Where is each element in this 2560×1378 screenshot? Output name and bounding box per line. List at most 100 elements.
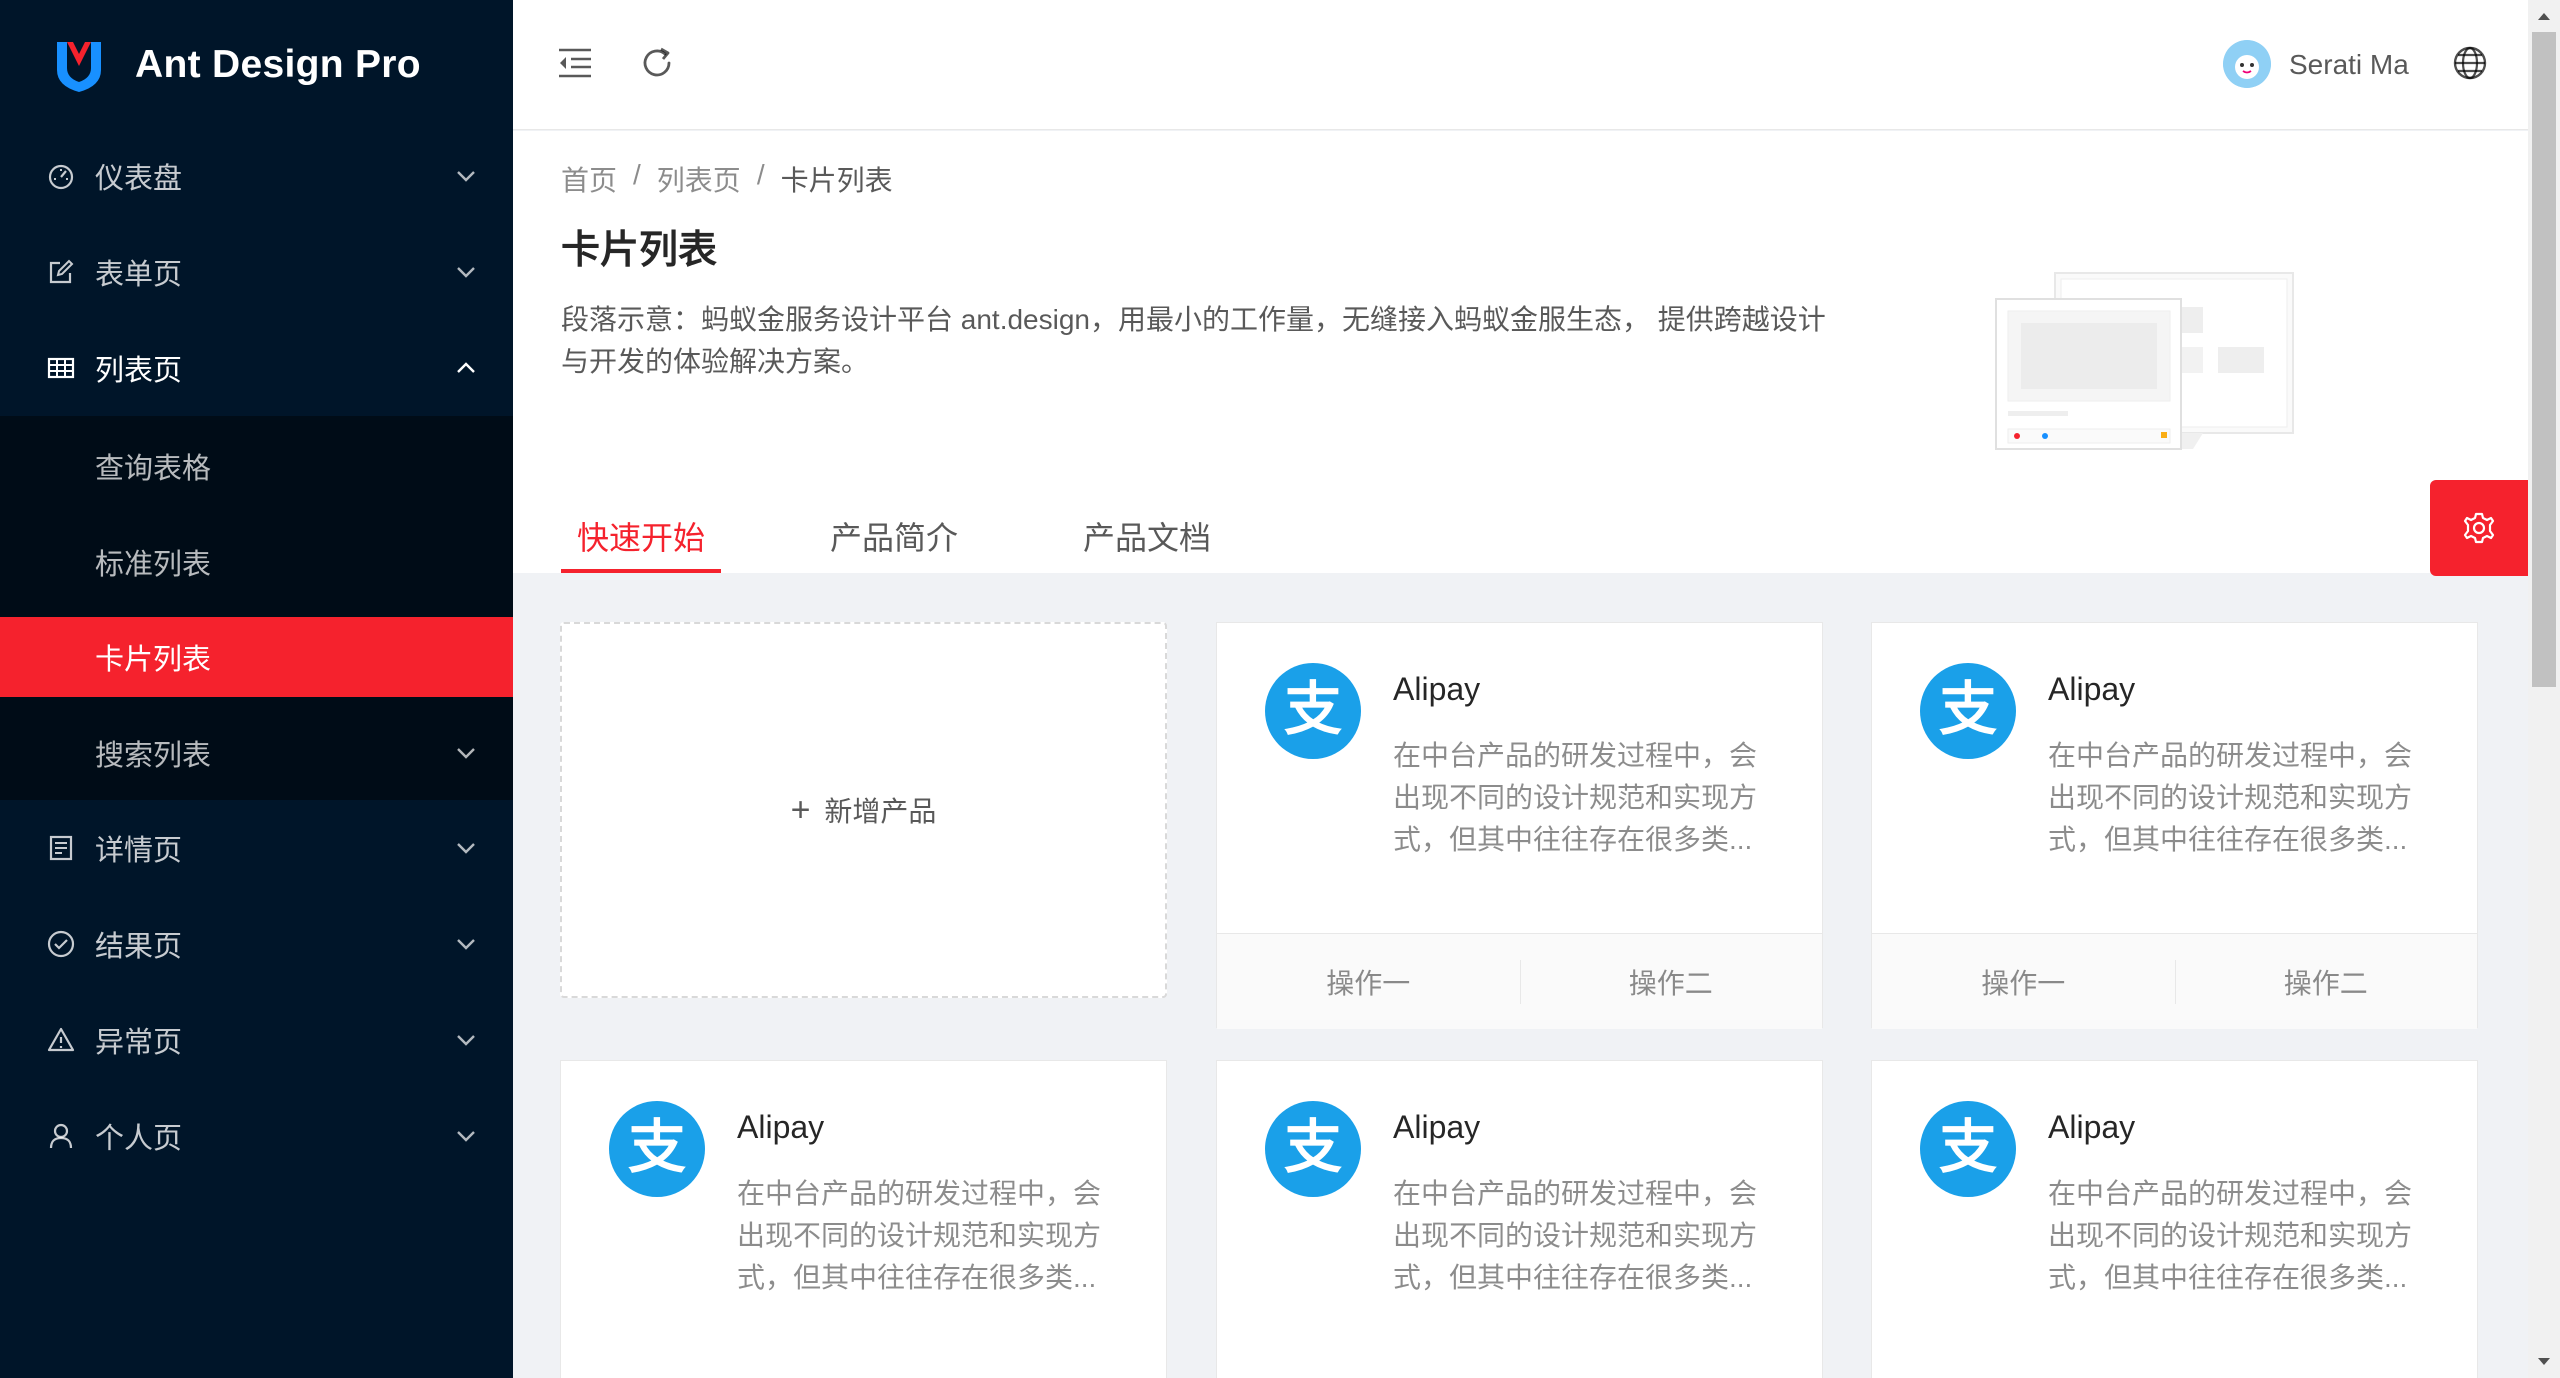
card-description: 在中台产品的研发过程中，会出现不同的设计规范和实现方式，但其中往往存在很多类..… [2048,740,2413,855]
chevron-up-icon [457,362,475,373]
breadcrumb-separator: / [633,159,641,190]
top-header: Serati Ma [513,0,2528,130]
menu-label: 查询表格 [95,453,212,485]
breadcrumb-separator: / [756,159,765,190]
alipay-logo-icon: 支 [1920,663,2016,759]
product-card[interactable]: 支 Alipay 在中台产品的研发过程中，会出现不同的设计规范和实现方式，但其中… [1216,1060,1823,1378]
profile-icon [45,832,77,864]
product-card[interactable]: 支 Alipay 在中台产品的研发过程中，会出现不同的设计规范和实现方式，但其中… [1871,1060,2478,1378]
card-title: Alipay [737,1109,825,1145]
menu-label: 搜索列表 [95,740,212,772]
breadcrumb: 首页 / 列表页 / 卡片列表 [561,159,893,199]
menu-label: 异常页 [95,1027,183,1059]
product-card[interactable]: 支 Alipay 在中台产品的研发过程中，会出现不同的设计规范和实现方式，但其中… [560,1060,1167,1378]
menu-label: 卡片列表 [95,644,212,676]
card-title: Alipay [2048,671,2136,707]
scrollbar[interactable] [2528,0,2560,1378]
username[interactable]: Serati Ma [2289,49,2409,81]
tab-product-intro[interactable]: 产品简介 [814,501,974,573]
card-title: Alipay [1393,1109,1481,1145]
logo[interactable]: Ant Design Pro [53,35,421,95]
add-product-label: 新增产品 [824,796,937,827]
chevron-down-icon [457,1035,475,1046]
card-title: Alipay [2048,1109,2136,1145]
chevron-down-icon [457,843,475,854]
svg-text:支: 支 [1284,675,1342,743]
plus-icon: + [790,790,811,829]
chevron-down-icon [457,939,475,950]
page-header: 首页 / 列表页 / 卡片列表 卡片列表 段落示意：蚂蚁金服务设计平台 ant.… [513,131,2528,573]
action-one-button[interactable]: 操作一 [1217,934,1520,1029]
menu-label: 个人页 [95,1123,183,1155]
product-card[interactable]: 支 Alipay 在中台产品的研发过程中，会出现不同的设计规范和实现方式，但其中… [1871,622,2478,1029]
menu-label: 详情页 [95,835,183,867]
setting-drawer-button[interactable] [2430,480,2528,576]
menu-account[interactable]: 个人页 [0,1096,513,1176]
reload-icon[interactable] [637,43,677,83]
breadcrumb-home[interactable]: 首页 [561,159,617,199]
menu-fold-icon[interactable] [555,43,595,83]
card-description: 在中台产品的研发过程中，会出现不同的设计规范和实现方式，但其中往往存在很多类..… [1393,740,1758,855]
illustration [1995,272,2294,450]
chevron-down-icon [457,171,475,182]
sidebar: Ant Design Pro 仪表盘 表单页 列表页 查询表格 标准列表 卡片列… [0,0,513,1378]
page-description: 段落示意：蚂蚁金服务设计平台 ant.design，用最小的工作量，无缝接入蚂蚁… [561,304,1826,377]
table-icon [45,352,77,384]
alipay-logo-icon: 支 [609,1101,705,1197]
submenu-card-list[interactable]: 卡片列表 [0,617,513,697]
menu-result[interactable]: 结果页 [0,904,513,984]
card-actions: 操作一 操作二 [1872,933,2477,1029]
page-title: 卡片列表 [561,229,718,272]
warning-icon [45,1024,77,1056]
card-description: 在中台产品的研发过程中，会出现不同的设计规范和实现方式，但其中往往存在很多类..… [2048,1178,2413,1293]
svg-text:支: 支 [1939,675,1997,743]
app-title: Ant Design Pro [135,43,421,86]
alipay-logo-icon: 支 [1920,1101,2016,1197]
chevron-down-icon [457,267,475,278]
menu-form[interactable]: 表单页 [0,232,513,312]
alipay-logo-icon: 支 [1265,663,1361,759]
submenu-basic-list[interactable]: 标准列表 [0,522,513,602]
breadcrumb-list[interactable]: 列表页 [657,159,741,199]
svg-text:支: 支 [628,1113,686,1181]
menu-label: 表单页 [95,259,183,291]
menu-label: 标准列表 [95,549,212,581]
globe-icon[interactable] [2451,44,2491,84]
menu-dashboard[interactable]: 仪表盘 [0,136,513,216]
menu-label: 结果页 [95,931,183,963]
scroll-down-arrow-icon[interactable] [2528,1346,2560,1378]
add-product-button[interactable]: + 新增产品 [560,622,1167,998]
action-two-button[interactable]: 操作二 [1519,934,1823,1029]
breadcrumb-current: 卡片列表 [780,165,893,196]
menu-exception[interactable]: 异常页 [0,1000,513,1080]
alipay-logo-icon: 支 [1265,1101,1361,1197]
product-card[interactable]: 支 Alipay 在中台产品的研发过程中，会出现不同的设计规范和实现方式，但其中… [1216,622,1823,1029]
card-description: 在中台产品的研发过程中，会出现不同的设计规范和实现方式，但其中往往存在很多类..… [737,1178,1102,1293]
tab-product-docs[interactable]: 产品文档 [1067,501,1227,573]
menu-label: 仪表盘 [95,163,183,195]
ant-design-logo-icon [57,42,101,92]
svg-text:支: 支 [1284,1113,1342,1181]
form-icon [45,256,77,288]
card-description: 在中台产品的研发过程中，会出现不同的设计规范和实现方式，但其中往往存在很多类..… [1393,1178,1758,1293]
action-two-button[interactable]: 操作二 [2174,934,2478,1029]
menu-label: 列表页 [95,355,183,387]
card-actions: 操作一 操作二 [1217,933,1822,1029]
menu-list[interactable]: 列表页 [0,328,513,408]
tab-quick-start[interactable]: 快速开始 [561,501,722,573]
submenu-search-list[interactable]: 搜索列表 [0,713,513,793]
scroll-up-arrow-icon[interactable] [2528,0,2560,32]
avatar[interactable] [2223,40,2271,88]
submenu-search-table[interactable]: 查询表格 [0,426,513,506]
tabs: 快速开始 产品简介 产品文档 [561,501,1320,573]
user-icon [45,1120,77,1152]
chevron-down-icon [457,748,475,759]
menu-profile[interactable]: 详情页 [0,808,513,888]
card-title: Alipay [1393,671,1481,707]
gear-icon [2463,512,2495,544]
scrollbar-thumb[interactable] [2532,32,2556,687]
check-circle-icon [45,928,77,960]
action-one-button[interactable]: 操作一 [1872,934,2175,1029]
svg-text:支: 支 [1939,1113,1997,1181]
dashboard-icon [45,160,77,192]
